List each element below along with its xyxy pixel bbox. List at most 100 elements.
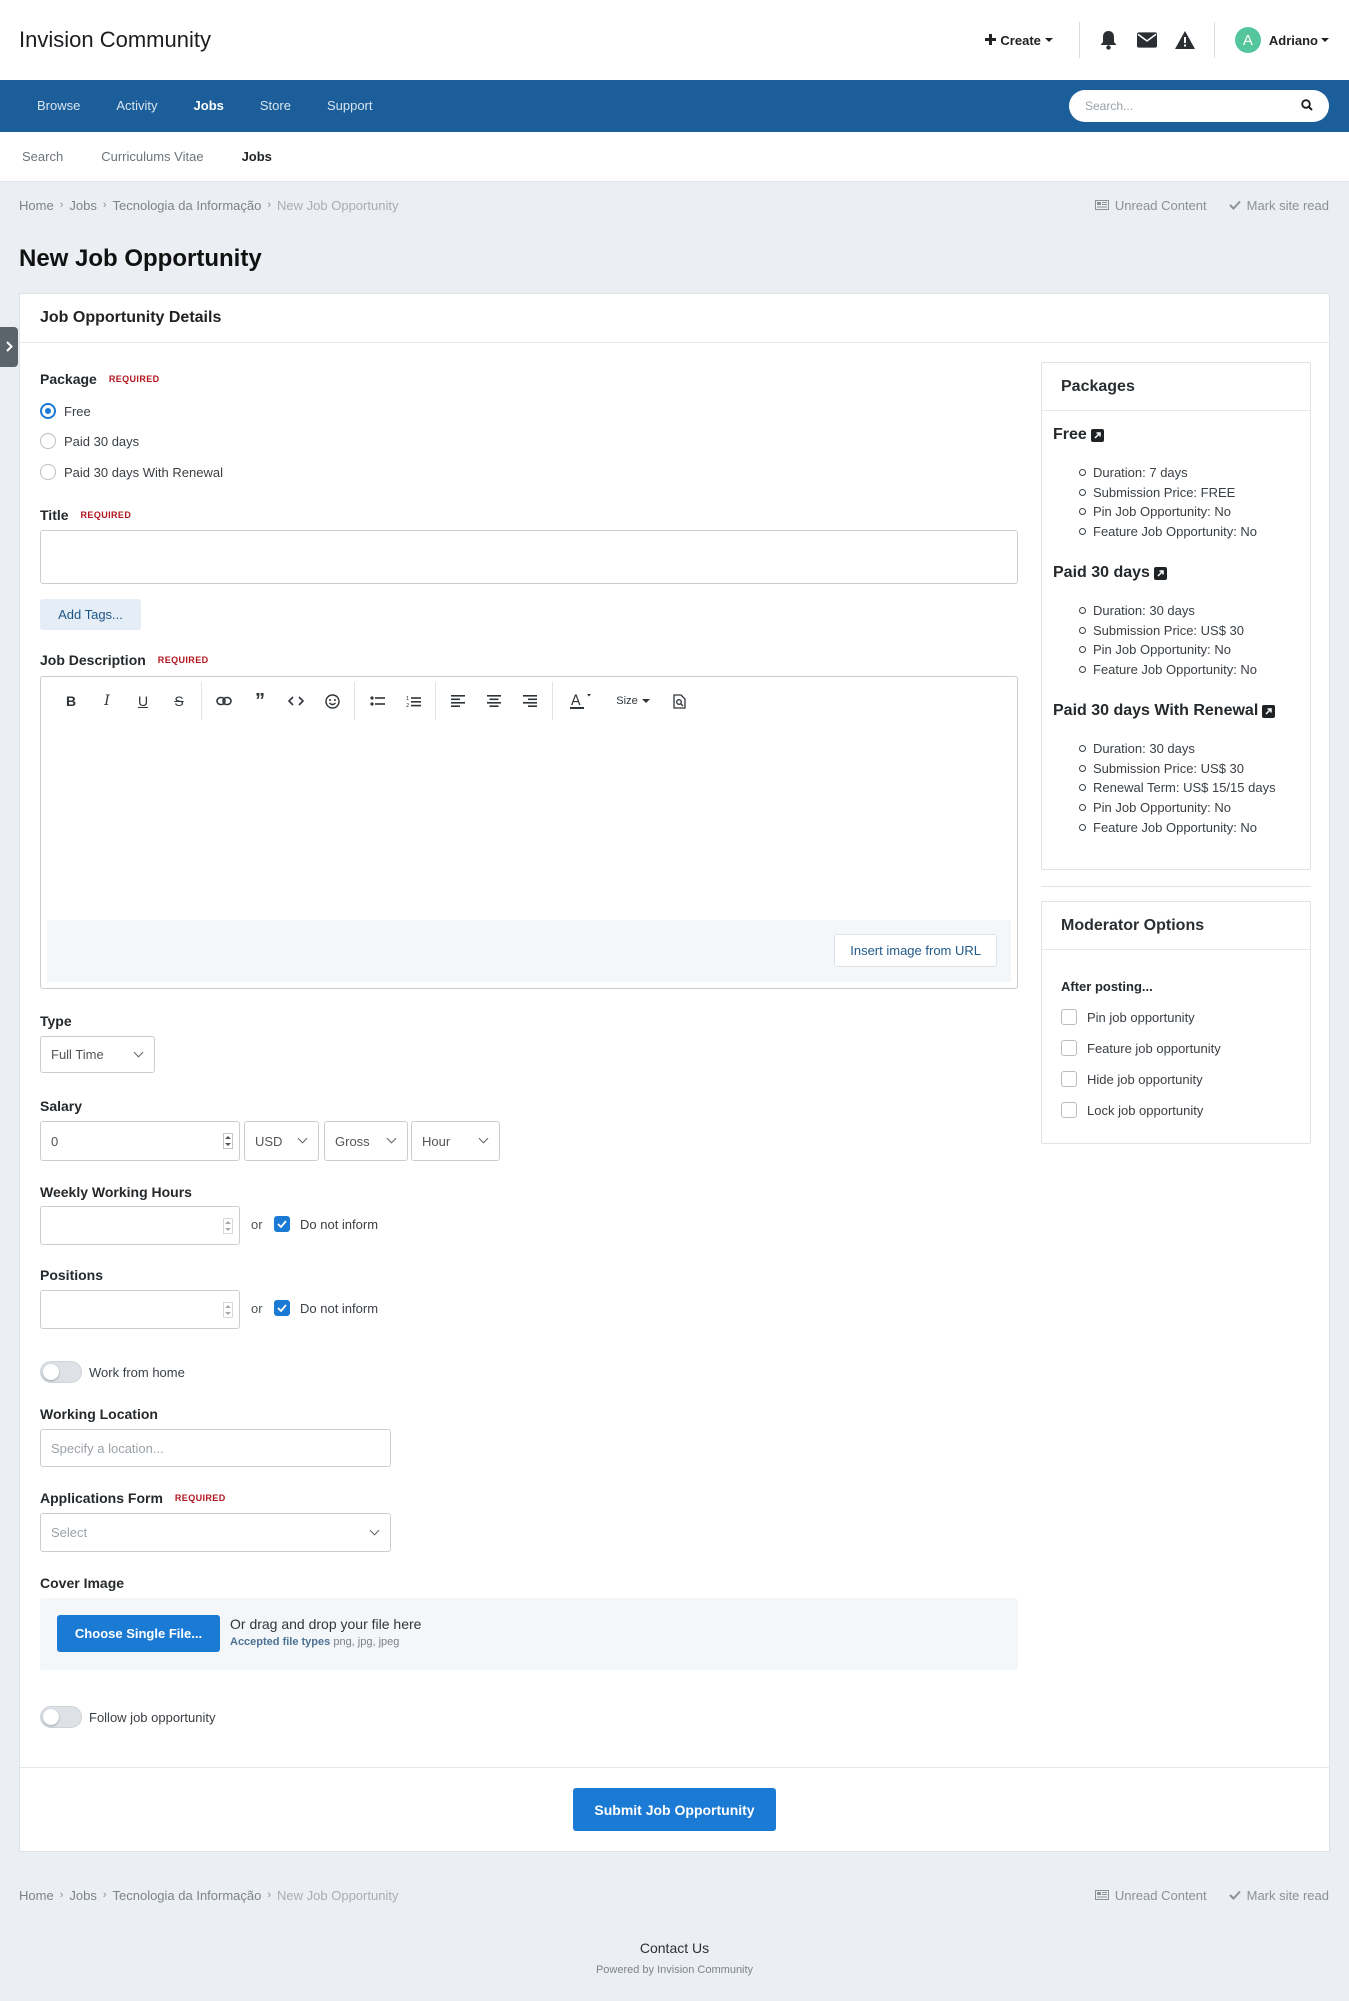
checkbox[interactable]	[1061, 1071, 1077, 1087]
nav-item-jobs[interactable]: Jobs	[176, 80, 242, 132]
bold-icon[interactable]: B	[53, 687, 89, 715]
bulleted-list-icon[interactable]	[359, 687, 395, 715]
bell-icon[interactable]	[1099, 30, 1119, 50]
salary-kind-select[interactable]: Gross	[324, 1121, 408, 1161]
add-tags-button[interactable]: Add Tags...	[40, 599, 141, 630]
font-size-dropdown[interactable]: Size	[605, 687, 661, 715]
radio[interactable]	[40, 433, 56, 449]
mark-site-read-link[interactable]: Mark site read	[1228, 198, 1329, 213]
radio[interactable]	[40, 464, 56, 480]
contact-us-link[interactable]: Contact Us	[0, 1940, 1349, 1956]
mod-option-hide[interactable]: Hide job opportunity	[1061, 1071, 1203, 1087]
toggle-switch[interactable]	[40, 1706, 82, 1728]
nav-item-support[interactable]: Support	[309, 80, 391, 132]
site-logo[interactable]: Invision Community	[19, 27, 211, 53]
package-name-free[interactable]: Free	[1053, 426, 1104, 444]
list-item: Submission Price: US$ 30	[1093, 759, 1276, 779]
numbered-list-icon[interactable]: 12	[395, 687, 431, 715]
unread-content-link[interactable]: Unread Content	[1094, 198, 1207, 213]
warning-icon[interactable]	[1174, 30, 1195, 50]
code-icon[interactable]	[278, 687, 314, 715]
breadcrumb-jobs[interactable]: Jobs	[69, 198, 96, 213]
underline-icon[interactable]: U	[125, 687, 161, 715]
currency-select[interactable]: USD	[244, 1121, 319, 1161]
work-from-home-toggle[interactable]: Work from home	[40, 1361, 185, 1383]
envelope-icon[interactable]	[1136, 30, 1157, 50]
align-center-icon[interactable]	[476, 687, 512, 715]
insert-image-url-button[interactable]: Insert image from URL	[834, 934, 997, 967]
sidebar-toggle[interactable]	[0, 327, 18, 367]
preview-icon[interactable]	[661, 687, 697, 715]
nav-item-store[interactable]: Store	[242, 80, 309, 132]
emoji-icon[interactable]	[314, 687, 350, 715]
choose-file-button[interactable]: Choose Single File...	[57, 1615, 220, 1652]
required-badge: REQUIRED	[157, 655, 209, 665]
subnav-item-jobs[interactable]: Jobs	[242, 149, 272, 164]
unread-content-link[interactable]: Unread Content	[1094, 1888, 1207, 1903]
positions-do-not-inform[interactable]: Do not inform	[274, 1300, 378, 1316]
radio-selected[interactable]	[40, 403, 56, 419]
italic-icon[interactable]: I	[89, 687, 125, 715]
applications-form-select[interactable]: Select	[40, 1513, 391, 1552]
external-link-icon[interactable]	[1262, 704, 1276, 718]
align-right-icon[interactable]	[512, 687, 548, 715]
mod-option-lock[interactable]: Lock job opportunity	[1061, 1102, 1203, 1118]
create-button[interactable]: Create	[985, 33, 1068, 48]
mod-option-pin[interactable]: Pin job opportunity	[1061, 1009, 1195, 1025]
number-stepper[interactable]	[223, 1133, 233, 1149]
breadcrumb-jobs[interactable]: Jobs	[69, 1888, 96, 1903]
mod-option-feature[interactable]: Feature job opportunity	[1061, 1040, 1221, 1056]
subnav-item-cvs[interactable]: Curriculums Vitae	[101, 149, 203, 164]
number-stepper[interactable]	[223, 1301, 233, 1318]
package-option-paid-30[interactable]: Paid 30 days	[40, 433, 139, 449]
search-input[interactable]: Search...	[1069, 90, 1329, 122]
breadcrumb-current: New Job Opportunity	[277, 1887, 399, 1903]
type-select[interactable]: Full Time	[40, 1036, 155, 1073]
location-input[interactable]: Specify a location...	[40, 1429, 391, 1467]
checkbox[interactable]	[1061, 1009, 1077, 1025]
external-link-icon[interactable]	[1090, 428, 1104, 442]
title-input[interactable]	[40, 530, 1018, 584]
moderator-panel: Moderator Options After posting... Pin j…	[1041, 901, 1311, 1144]
description-field-label: Job Description REQUIRED	[40, 652, 209, 668]
package-name-paid-30-renewal[interactable]: Paid 30 days With Renewal	[1053, 702, 1276, 720]
salary-period-select[interactable]: Hour	[411, 1121, 500, 1161]
mark-site-read-link[interactable]: Mark site read	[1228, 1888, 1329, 1903]
toggle-switch[interactable]	[40, 1361, 82, 1383]
search-icon[interactable]	[1301, 98, 1313, 114]
user-menu[interactable]: Adriano	[1269, 33, 1329, 48]
strikethrough-icon[interactable]: S	[161, 687, 197, 715]
quote-icon[interactable]: ”	[242, 687, 278, 715]
checkbox-checked[interactable]	[274, 1300, 290, 1316]
subnav-item-search[interactable]: Search	[22, 149, 63, 164]
svg-text:A: A	[571, 693, 581, 709]
breadcrumb-category[interactable]: Tecnologia da Informação	[113, 1888, 262, 1903]
weekly-hours-input[interactable]	[40, 1206, 240, 1245]
breadcrumb-home[interactable]: Home	[19, 1888, 54, 1903]
nav-item-activity[interactable]: Activity	[98, 80, 175, 132]
text-color-icon[interactable]: A	[557, 687, 605, 715]
package-option-paid-30-renewal[interactable]: Paid 30 days With Renewal	[40, 464, 223, 480]
avatar[interactable]: A	[1234, 27, 1261, 53]
weekly-hours-do-not-inform[interactable]: Do not inform	[274, 1216, 378, 1232]
number-stepper[interactable]	[223, 1217, 233, 1234]
package-option-free[interactable]: Free	[40, 403, 91, 419]
link-icon[interactable]	[206, 687, 242, 715]
follow-toggle[interactable]: Follow job opportunity	[40, 1706, 215, 1728]
breadcrumb-category[interactable]: Tecnologia da Informação	[113, 198, 262, 213]
site-header: Invision Community Create A Adriano	[0, 0, 1349, 80]
package-name-paid-30[interactable]: Paid 30 days	[1053, 564, 1167, 582]
caret-down-icon	[1321, 38, 1329, 42]
rich-text-editor[interactable]: B I U S ” 12 A Size Insert image from UR…	[40, 676, 1018, 989]
checkbox[interactable]	[1061, 1040, 1077, 1056]
align-left-icon[interactable]	[440, 687, 476, 715]
external-link-icon[interactable]	[1153, 566, 1167, 580]
submit-button[interactable]: Submit Job Opportunity	[573, 1788, 776, 1831]
breadcrumb-home[interactable]: Home	[19, 198, 54, 213]
nav-item-browse[interactable]: Browse	[19, 80, 98, 132]
checkbox-checked[interactable]	[274, 1216, 290, 1232]
file-dropzone[interactable]: Choose Single File... Or drag and drop y…	[40, 1598, 1018, 1670]
positions-input[interactable]	[40, 1290, 240, 1329]
checkbox[interactable]	[1061, 1102, 1077, 1118]
salary-input[interactable]: 0	[40, 1121, 240, 1161]
